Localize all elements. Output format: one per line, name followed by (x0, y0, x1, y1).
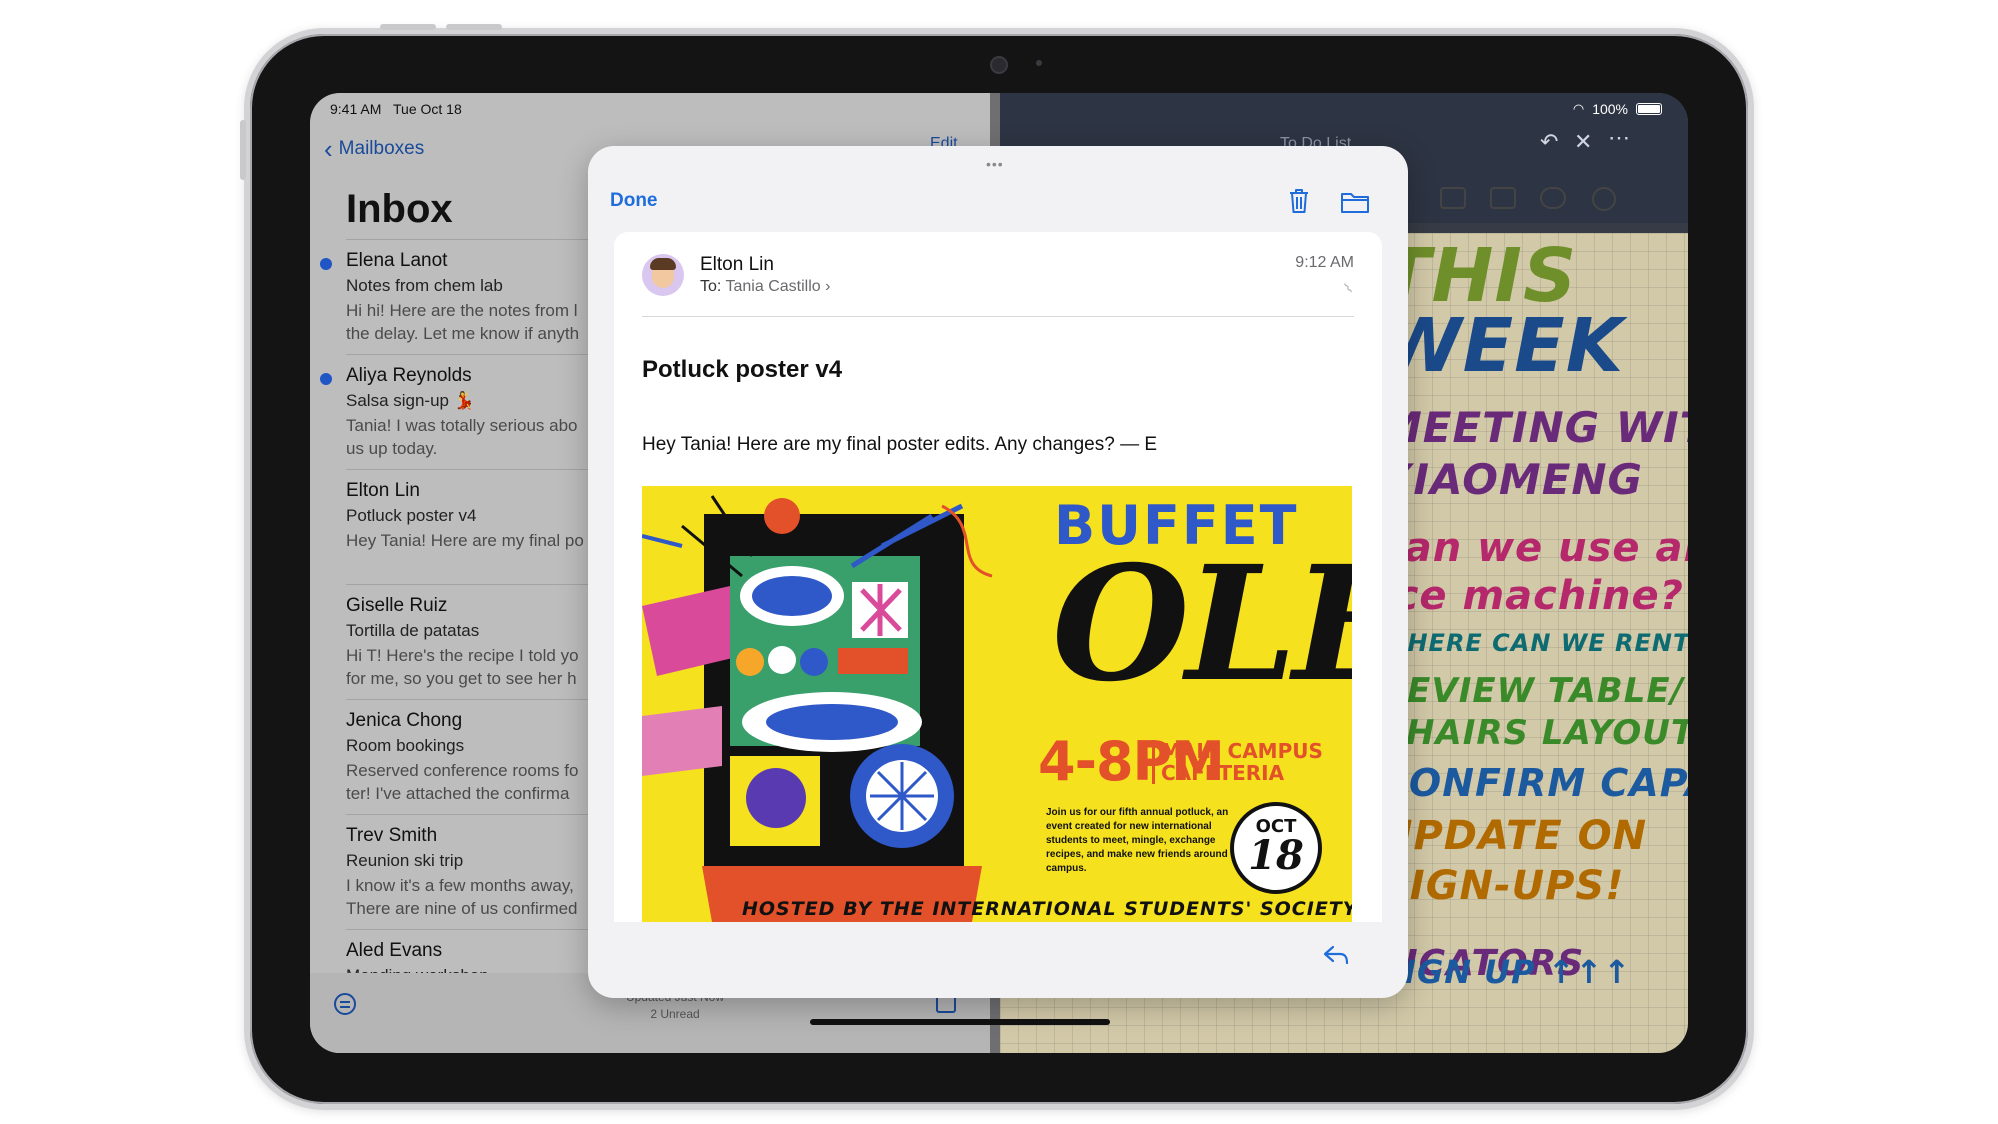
wifi-icon: ◠ (1572, 101, 1585, 116)
paperclip-icon: ⌇ (1340, 279, 1356, 297)
status-date: Tue Oct 18 (393, 101, 462, 117)
message-sender: Jenica Chong (346, 710, 463, 731)
photo-tool-icon[interactable] (1440, 187, 1466, 209)
message-sender: Elena Lanot (346, 250, 448, 271)
header-divider (642, 316, 1354, 317)
done-button[interactable]: Done (610, 190, 658, 212)
battery-icon (1636, 103, 1662, 115)
poster-location-line1: MAIN CAMPUS (1161, 739, 1323, 763)
note-line: XIAOMENG (1380, 455, 1644, 504)
email-time: 9:12 AM (1295, 254, 1354, 271)
to-value: Tania Castillo (725, 278, 821, 295)
email-recipients[interactable]: To: Tania Castillo › (700, 278, 830, 296)
avatar (642, 254, 684, 296)
side-button (240, 120, 246, 180)
status-time: 9:41 AM (330, 101, 382, 117)
back-label: Mailboxes (338, 138, 425, 159)
message-sender: Aliya Reynolds (346, 365, 472, 386)
poster-host: HOSTED BY THE INTERNATIONAL STUDENTS' SO… (742, 898, 1352, 920)
message-subject: Potluck poster v4 (346, 506, 477, 525)
unread-count: 2 Unread (650, 1007, 700, 1021)
email-body: Hey Tania! Here are my final poster edit… (642, 434, 1158, 455)
pen-tool-icon[interactable] (1540, 187, 1566, 209)
note-line: CONFIRM CAPACITY (1380, 761, 1688, 805)
close-icon[interactable]: ✕ (1574, 129, 1592, 155)
mail-detail-card: ••• Done Elton Lin To: Tania Castillo › … (588, 146, 1408, 998)
poster-location: MAIN CAMPUS CAFETERIA (1152, 740, 1323, 784)
reply-icon[interactable] (1322, 944, 1350, 966)
message-subject: Tortilla de patatas (346, 621, 480, 640)
message-subject: Reunion ski trip (346, 851, 464, 870)
undo-icon[interactable]: ↶ (1540, 129, 1558, 155)
email-sender: Elton Lin (700, 254, 774, 275)
color-picker-icon[interactable] (1592, 187, 1616, 211)
filter-icon[interactable] (334, 993, 356, 1015)
note-line: UPDATE ON (1380, 813, 1648, 859)
message-subject: Salsa sign-up 💃 (346, 391, 475, 410)
multitask-grabber-icon[interactable]: ••• (986, 156, 1004, 172)
message-sender: Elton Lin (346, 480, 420, 501)
message-sender: Trev Smith (346, 825, 438, 846)
note-line: CHAIRS LAYOUT (1380, 713, 1688, 753)
note-line: can we use an (1380, 525, 1688, 571)
chevron-left-icon: ‹ (324, 134, 333, 164)
poster-description: Join us for our fifth annual potluck, an… (1046, 807, 1229, 874)
note-line: SIGN UP ↑↑↑ (1380, 953, 1632, 991)
note-line: WEEK (1380, 303, 1625, 389)
message-subject: Notes from chem lab (346, 276, 503, 295)
poster-illustration (642, 495, 993, 922)
unread-dot-icon (320, 373, 332, 385)
card-toolbar (614, 922, 1382, 998)
note-line: SIGN-UPS! (1380, 863, 1625, 909)
status-bar-left: 9:41 AM Tue Oct 18 (330, 101, 470, 117)
front-camera (990, 56, 1008, 74)
poster-headline: OLÉ (1052, 532, 1352, 717)
poster-attachment[interactable]: BUFFET OLÉ 4-8PM MAIN CAMPUS CAFETERIA J… (642, 486, 1352, 922)
top-button (446, 24, 502, 30)
trash-icon[interactable] (1288, 188, 1310, 214)
camera-sensor (1036, 60, 1042, 66)
mailboxes-back-button[interactable]: ‹ Mailboxes (324, 134, 425, 164)
email-message: Elton Lin To: Tania Castillo › 9:12 AM ⌇… (614, 232, 1382, 922)
note-line: MEETING WITH (1380, 403, 1688, 452)
top-button (380, 24, 436, 30)
poster-date-day: 18 (1248, 832, 1304, 879)
chevron-right-icon: › (825, 278, 831, 295)
email-subject: Potluck poster v4 (642, 356, 843, 383)
text-tool-icon[interactable] (1490, 187, 1516, 209)
to-label: To: (700, 278, 722, 295)
poster-date-badge: OCT 18 (1230, 802, 1322, 894)
battery-percent: 100% (1592, 101, 1628, 117)
avatar-hair (650, 258, 676, 270)
message-sender: Aled Evans (346, 940, 443, 961)
poster-location-line2: CAFETERIA (1161, 761, 1285, 785)
inbox-title: Inbox (346, 187, 453, 231)
unread-dot-icon (320, 258, 332, 270)
home-indicator[interactable] (810, 1019, 1110, 1025)
message-sender: Giselle Ruiz (346, 595, 448, 616)
note-line: WHERE CAN WE RENT ONE? (1380, 629, 1688, 657)
note-line: ice machine? (1380, 573, 1684, 619)
note-line: REVIEW TABLE/ (1380, 671, 1685, 711)
folder-icon[interactable] (1340, 190, 1370, 214)
message-subject: Room bookings (346, 736, 465, 755)
more-icon[interactable]: ⋯ (1608, 125, 1630, 151)
status-bar-right: ◠ 100% (1573, 101, 1662, 117)
